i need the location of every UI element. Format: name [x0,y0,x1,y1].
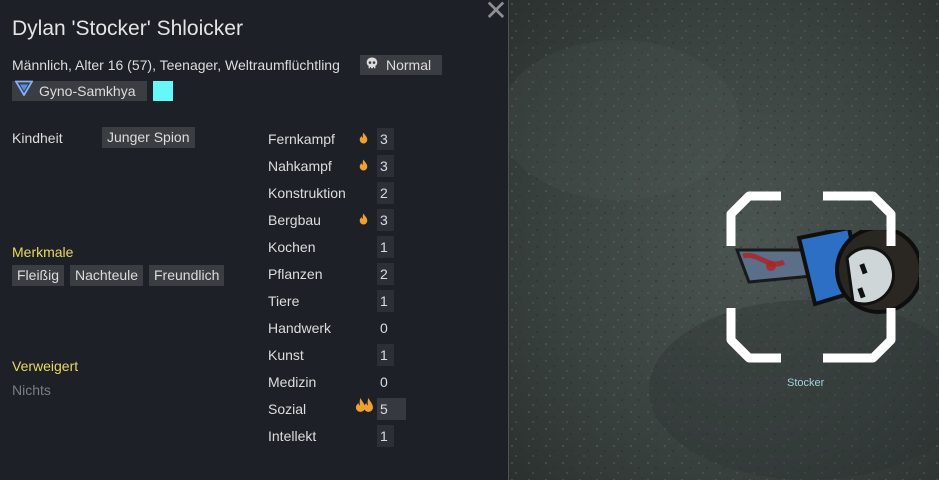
skill-name: Nahkampf [268,158,332,174]
traits-heading: Merkmale [12,244,74,260]
skill-name: Handwerk [268,320,332,336]
skill-level: 5 [377,398,406,420]
skill-level: 0 [380,320,388,336]
character-panel: ✕ Dylan 'Stocker' Shloicker Männlich, Al… [0,0,509,480]
pawn-name: Dylan 'Stocker' Shloicker [12,17,243,40]
skill-level: 1 [377,344,394,366]
childhood-label: Kindheit [12,130,63,146]
ideo-tag-label: Normal [386,57,432,73]
skill-level: 2 [377,263,394,285]
favorite-color-swatch[interactable] [153,81,173,101]
close-icon[interactable]: ✕ [484,0,508,25]
passion-minor-icon [359,158,368,176]
skill-name: Fernkampf [268,131,335,147]
passion-major-icon [355,397,374,420]
skill-level: 1 [377,290,394,312]
selection-bracket [726,191,896,363]
childhood-backstory[interactable]: Junger Spion [102,127,195,148]
incapable-heading: Verweigert [12,358,79,374]
skull-icon [366,56,380,76]
incapable-value: Nichts [12,382,51,398]
trait-chip[interactable]: Nachteule [70,265,144,286]
skill-name: Tiere [268,293,300,309]
passion-minor-icon [359,212,368,230]
ideo-tag[interactable]: Normal [360,55,442,75]
pawn-description: Männlich, Alter 16 (57), Teenager, Weltr… [12,57,340,73]
skill-name: Pflanzen [268,266,323,282]
skill-name: Bergbau [268,212,321,228]
trait-chip[interactable]: Fleißig [12,265,65,286]
skill-level: 0 [380,374,388,390]
skill-name: Intellekt [268,428,317,444]
skill-name: Sozial [268,401,307,417]
skill-level: 3 [377,128,394,150]
trait-chip[interactable]: Freundlich [149,265,225,286]
xenotype-icon [14,80,34,101]
skill-level: 1 [377,425,394,447]
skill-name: Medizin [268,374,317,390]
skill-name: Kochen [268,239,316,255]
passion-minor-icon [359,131,368,149]
skill-level: 3 [377,155,394,177]
xenotype-tag[interactable]: Gyno-Samkhya [12,80,147,101]
skill-level: 1 [377,236,394,258]
game-map-view[interactable] [509,0,939,480]
xenotype-label: Gyno-Samkhya [39,83,136,99]
skill-name: Kunst [268,347,304,363]
skill-level: 2 [377,182,394,204]
pawn-name-label[interactable]: Stocker [787,377,824,389]
skill-name: Konstruktion [268,185,346,201]
skill-level: 3 [377,209,394,231]
